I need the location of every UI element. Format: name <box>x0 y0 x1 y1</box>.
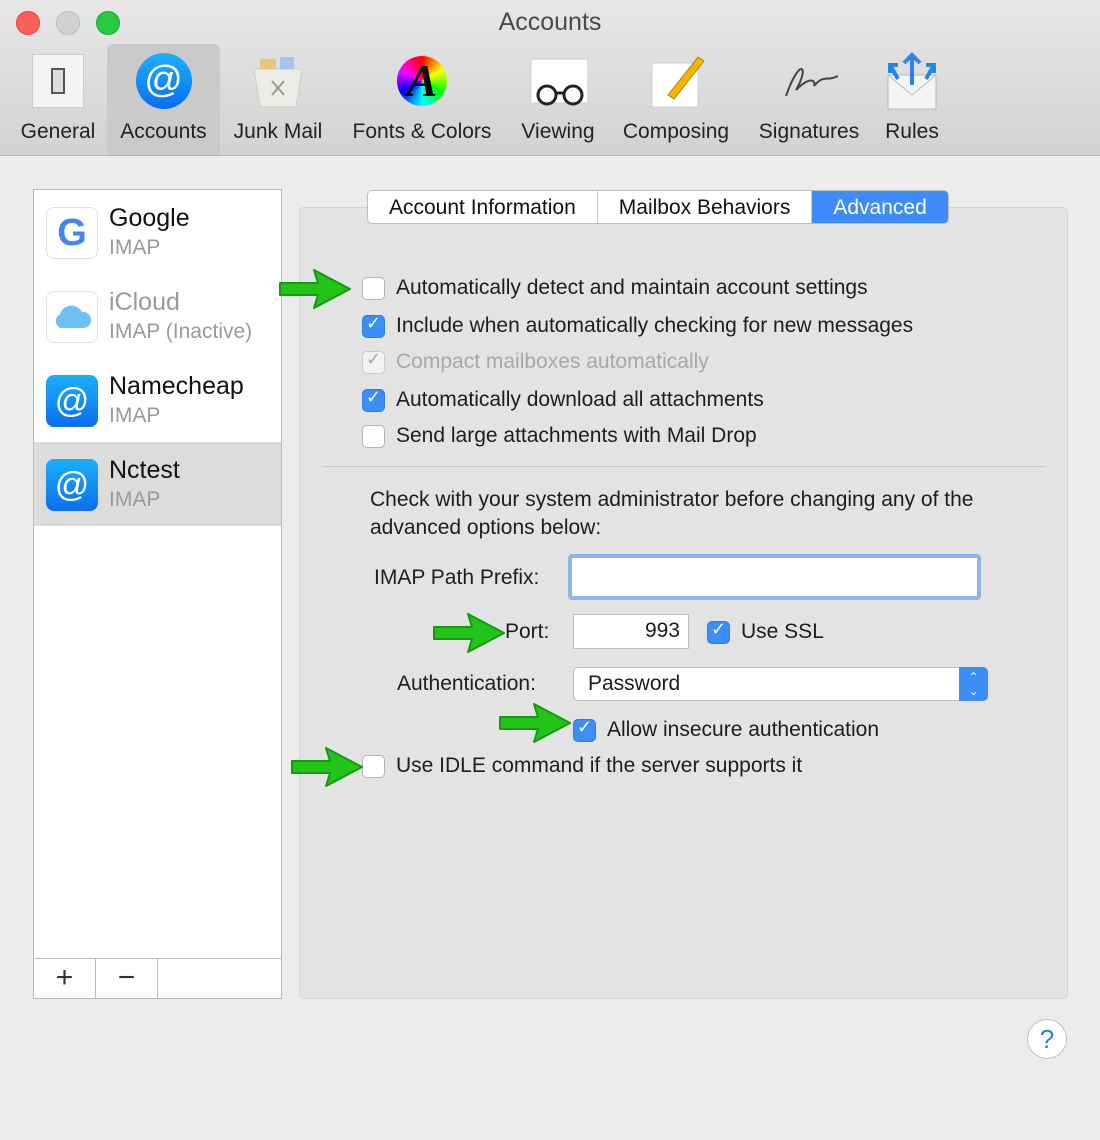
at-sign-icon: @ <box>46 375 98 427</box>
mail-drop-checkbox[interactable] <box>362 425 385 448</box>
tab-bar: Account Information Mailbox Behaviors Ad… <box>367 190 949 224</box>
toolbar-viewing[interactable]: Viewing <box>512 44 604 155</box>
tab-advanced[interactable]: Advanced <box>812 191 948 223</box>
google-icon: G <box>46 207 98 259</box>
idle-command-label: Use IDLE command if the server supports … <box>396 754 803 777</box>
green-arrow-icon <box>279 269 351 309</box>
help-button[interactable]: ? <box>1027 1019 1067 1059</box>
chevron-updown-icon: ⌃ ⌄ <box>959 667 988 701</box>
checkmark-icon: ✓ <box>365 349 382 369</box>
toolbar-fonts-colors[interactable]: A Fonts & Colors <box>342 44 502 155</box>
auto-detect-checkbox[interactable] <box>362 277 385 300</box>
tab-mailbox-behaviors[interactable]: Mailbox Behaviors <box>598 191 813 223</box>
divider <box>322 466 1046 467</box>
admin-note: Check with your system administrator bef… <box>370 488 974 539</box>
envelope-arrows-icon <box>883 52 941 110</box>
imap-prefix-input[interactable] <box>568 554 981 600</box>
account-item-namecheap[interactable]: @ Namecheap IMAP <box>34 358 281 442</box>
compact-mailboxes-checkbox: ✓ <box>362 349 385 374</box>
authentication-label: Authentication: <box>397 672 536 695</box>
insecure-auth-checkbox[interactable]: ✓ <box>573 717 596 742</box>
add-account-button[interactable]: + <box>34 959 96 998</box>
account-item-icloud[interactable]: iCloud IMAP (Inactive) <box>34 274 281 358</box>
signature-icon <box>780 52 838 110</box>
account-list-toolbar: + − <box>34 958 281 998</box>
green-arrow-icon <box>291 747 363 787</box>
general-switch-icon <box>29 52 87 110</box>
trash-can-icon <box>249 52 307 110</box>
insecure-auth-label: Allow insecure authentication <box>607 718 879 741</box>
toolbar-composing[interactable]: Composing <box>614 44 738 155</box>
download-attachments-label: Automatically download all attachments <box>396 388 764 411</box>
toolbar-rules[interactable]: Rules <box>878 44 946 155</box>
green-arrow-icon <box>499 703 571 743</box>
glasses-letter-icon <box>529 52 587 110</box>
use-ssl-label: Use SSL <box>741 620 824 643</box>
pencil-paper-icon <box>647 52 705 110</box>
imap-prefix-label: IMAP Path Prefix: <box>374 566 540 589</box>
port-input[interactable]: 993 <box>573 614 689 649</box>
checkmark-icon: ✓ <box>365 313 382 333</box>
account-item-nctest[interactable]: @ Nctest IMAP <box>34 442 281 526</box>
include-checking-label: Include when automatically checking for … <box>396 314 914 337</box>
checkmark-icon: ✓ <box>365 387 382 407</box>
toolbar: Accounts General @ Accounts Junk Mail A … <box>0 0 1100 156</box>
download-attachments-checkbox[interactable]: ✓ <box>362 387 385 412</box>
green-arrow-icon <box>433 613 505 653</box>
at-sign-icon: @ <box>46 459 98 511</box>
checkmark-icon: ✓ <box>710 619 727 639</box>
account-item-google[interactable]: G Google IMAP <box>34 190 281 274</box>
auto-detect-label: Automatically detect and maintain accoun… <box>396 276 868 299</box>
port-label: Port: <box>505 620 550 643</box>
authentication-select[interactable]: Password ⌃ ⌄ <box>573 667 988 701</box>
compact-mailboxes-label: Compact mailboxes automatically <box>396 350 709 373</box>
color-wheel-font-icon: A <box>393 52 451 110</box>
icloud-icon <box>46 291 98 343</box>
toolbar-signatures[interactable]: Signatures <box>750 44 868 155</box>
include-checking-checkbox[interactable]: ✓ <box>362 313 385 338</box>
at-sign-icon: @ <box>135 52 193 110</box>
mail-drop-label: Send large attachments with Mail Drop <box>396 424 757 447</box>
use-ssl-checkbox[interactable]: ✓ <box>707 619 730 644</box>
remove-account-button[interactable]: − <box>96 959 158 998</box>
toolbar-junk-mail[interactable]: Junk Mail <box>226 44 330 155</box>
tab-account-information[interactable]: Account Information <box>368 191 598 223</box>
window-title: Accounts <box>498 8 602 36</box>
toolbar-accounts[interactable]: @ Accounts <box>107 44 220 155</box>
account-list: G Google IMAP iCloud IMAP (Inactive) @ N… <box>33 189 282 999</box>
checkmark-icon: ✓ <box>576 717 593 737</box>
toolbar-general[interactable]: General <box>12 44 104 155</box>
